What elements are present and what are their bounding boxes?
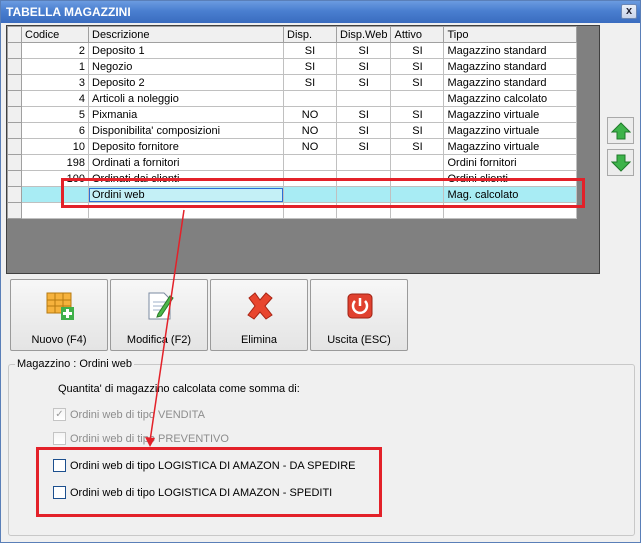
annotation-arrow <box>145 209 185 447</box>
